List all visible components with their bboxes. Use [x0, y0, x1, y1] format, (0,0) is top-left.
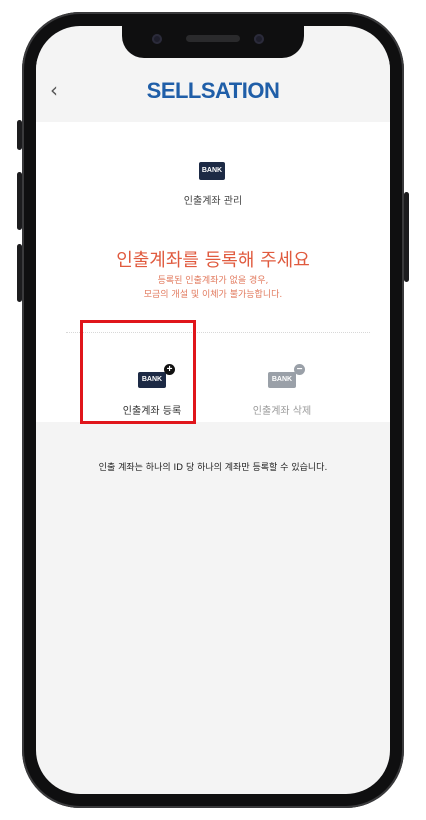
- bank-icon-text: BANK: [271, 376, 293, 383]
- volume-up-button: [17, 172, 22, 230]
- app-logo: SELLSATION: [146, 78, 280, 103]
- delete-account-button[interactable]: BANK − 인출계좌 삭제: [222, 364, 342, 417]
- sub-line-1: 등록된 인출계좌가 없을 경우,: [157, 276, 269, 286]
- delete-account-label: 인출계좌 삭제: [252, 406, 312, 417]
- main-heading: 인출계좌를 등록해 주세요: [116, 250, 310, 271]
- phone-frame: ‹ SELLSATION BANK 인출계좌 관리 인출계좌를 등록해 주세요 …: [17, 12, 409, 808]
- bank-icon: BANK −: [268, 364, 305, 388]
- notch: [122, 26, 304, 58]
- front-sensor: [152, 34, 162, 44]
- speaker-grille: [186, 35, 240, 42]
- app-header: ‹ SELLSATION: [36, 58, 390, 122]
- sub-message: 등록된 인출계좌가 없을 경우, 모금의 개설 및 이체가 불가능합니다.: [36, 274, 390, 302]
- power-button: [404, 192, 409, 282]
- front-camera: [254, 34, 264, 44]
- minus-icon: −: [294, 364, 305, 375]
- sub-line-2: 모금의 개설 및 이체가 불가능합니다.: [143, 290, 283, 300]
- section-title: 인출계좌 관리: [183, 196, 243, 207]
- bank-icon: BANK: [199, 162, 225, 180]
- highlight-box: [80, 320, 196, 424]
- volume-down-button: [17, 244, 22, 302]
- info-note: 인출 계좌는 하나의 ID 당 하나의 계좌만 등록할 수 있습니다.: [98, 463, 328, 473]
- mute-switch: [17, 120, 22, 150]
